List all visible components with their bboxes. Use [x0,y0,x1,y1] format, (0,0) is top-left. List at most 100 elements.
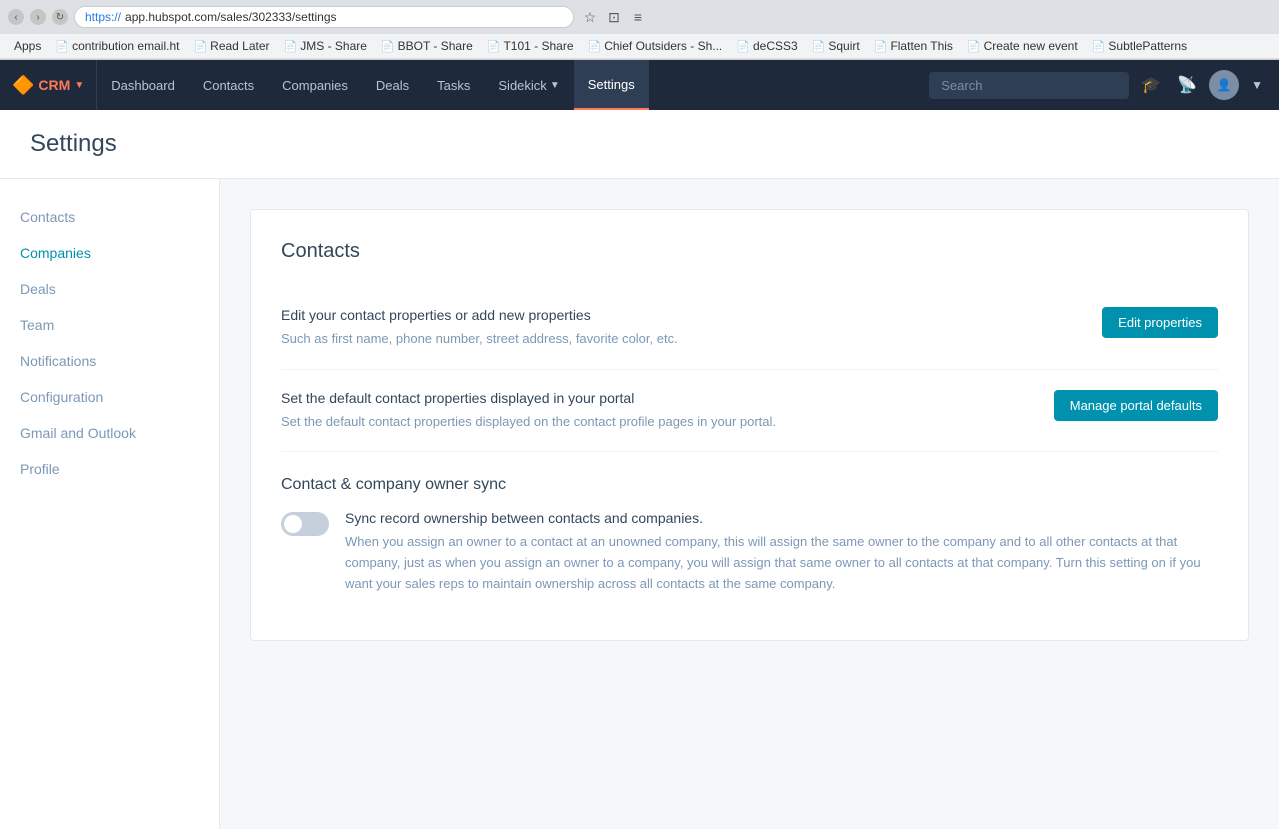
nav-expand-icon[interactable]: ▼ [1247,74,1267,96]
bookmark-file-icon: 📄 [1092,40,1106,53]
sidebar-item-contacts[interactable]: Contacts [0,199,219,235]
bookmark-label: Create new event [984,39,1078,53]
star-button[interactable]: ☆ [580,7,600,27]
main-content-area: Contacts Edit your contact properties or… [220,179,1279,829]
bookmark-label: BBOT - Share [398,39,473,53]
bookmark-file-icon: 📄 [874,40,888,53]
edit-properties-button[interactable]: Edit properties [1102,307,1218,338]
sync-toggle-label: Sync record ownership between contacts a… [345,510,1218,526]
nav-settings[interactable]: Settings [574,60,649,110]
bookmark-read-later[interactable]: 📄 Read Later [187,37,275,55]
crm-logo[interactable]: 🔶 CRM ▼ [0,60,97,110]
nav-sidekick[interactable]: Sidekick ▼ [484,60,573,110]
bookmark-label: SubtlePatterns [1108,39,1187,53]
bookmark-flatten-this[interactable]: 📄 Flatten This [868,37,959,55]
nav-logo-caret: ▼ [74,80,84,91]
crm-label: CRM [38,77,70,93]
reload-button[interactable]: ↻ [52,9,68,25]
sidekick-label-group: Sidekick ▼ [498,78,559,93]
sync-toggle[interactable] [281,512,329,536]
bookmark-contribution[interactable]: 📄 contribution email.ht [49,37,185,55]
bookmark-create-new-event[interactable]: 📄 Create new event [961,37,1084,55]
page-header: Settings [0,110,1279,179]
sync-toggle-description: When you assign an owner to a contact at… [345,532,1218,594]
portal-defaults-info: Set the default contact properties displ… [281,390,981,432]
menu-button[interactable]: ≡ [628,7,648,27]
bookmark-jms-share[interactable]: 📄 JMS - Share [278,37,373,55]
portal-defaults-row: Set the default contact properties displ… [281,370,1218,453]
graduation-cap-icon[interactable]: 🎓 [1137,71,1165,99]
edit-properties-info: Edit your contact properties or add new … [281,307,981,349]
sidekick-label: Sidekick [498,78,546,93]
portal-defaults-title: Set the default contact properties displ… [281,390,981,406]
avatar-initials: 👤 [1217,78,1232,92]
bookmark-file-icon: 📄 [588,40,602,53]
nav-items: Dashboard Contacts Companies Deals Tasks… [97,60,648,110]
hubspot-icon: 🔶 [12,75,34,96]
sidebar-item-gmail-outlook[interactable]: Gmail and Outlook [0,415,219,451]
nav-tasks[interactable]: Tasks [423,60,484,110]
settings-sidebar: Contacts Companies Deals Team Notificati… [0,179,220,829]
content-card: Contacts Edit your contact properties or… [250,209,1249,641]
nav-right: 🎓 📡 👤 ▼ [917,70,1279,100]
url-path: app.hubspot.com/sales/302333/settings [125,10,336,24]
bookmark-file-icon: 📄 [812,40,826,53]
url-protocol: https:// [85,10,121,24]
bookmark-label: T101 - Share [503,39,573,53]
sync-toggle-content: Sync record ownership between contacts a… [345,510,1218,594]
bookmark-file-icon: 📄 [487,40,501,53]
url-bar[interactable]: https:// app.hubspot.com/sales/302333/se… [74,6,574,28]
bookmark-file-icon: 📄 [381,40,395,53]
content-section-title: Contacts [281,240,1218,263]
sidebar-item-configuration[interactable]: Configuration [0,379,219,415]
avatar[interactable]: 👤 [1209,70,1239,100]
bookmark-file-icon: 📄 [193,40,207,53]
toggle-slider [281,512,329,536]
bookmark-label: Read Later [210,39,269,53]
bookmark-file-icon: 📄 [736,40,750,53]
sidebar-item-team[interactable]: Team [0,307,219,343]
forward-button[interactable]: › [30,9,46,25]
bookmark-label: Chief Outsiders - Sh... [604,39,722,53]
back-button[interactable]: ‹ [8,9,24,25]
top-nav: 🔶 CRM ▼ Dashboard Contacts Companies Dea… [0,60,1279,110]
nav-contacts[interactable]: Contacts [189,60,268,110]
nav-deals[interactable]: Deals [362,60,423,110]
sidebar-item-profile[interactable]: Profile [0,451,219,487]
bookmark-label: deCSS3 [753,39,798,53]
bookmarks-bar: Apps 📄 contribution email.ht 📄 Read Late… [0,34,1279,59]
bookmark-decss3[interactable]: 📄 deCSS3 [730,37,803,55]
bookmark-label: contribution email.ht [72,39,179,53]
bookmark-label: Squirt [828,39,859,53]
bookmark-bbot-share[interactable]: 📄 BBOT - Share [375,37,479,55]
apps-bookmark[interactable]: Apps [8,37,47,55]
edit-properties-title: Edit your contact properties or add new … [281,307,981,323]
page-title: Settings [30,130,1249,158]
nav-companies[interactable]: Companies [268,60,362,110]
bookmark-file-icon: 📄 [284,40,298,53]
bookmark-file-icon: 📄 [967,40,981,53]
broadcast-icon[interactable]: 📡 [1173,71,1201,99]
sync-section-divider: Contact & company owner sync Sync record… [281,476,1218,594]
sidebar-item-companies[interactable]: Companies [0,235,219,271]
bookmark-squirt[interactable]: 📄 Squirt [806,37,866,55]
browser-toolbar: ‹ › ↻ https:// app.hubspot.com/sales/302… [0,0,1279,34]
browser-actions: ☆ ⊡ ≡ [580,7,648,27]
bookmark-subtle-patterns[interactable]: 📄 SubtlePatterns [1086,37,1193,55]
nav-dashboard[interactable]: Dashboard [97,60,189,110]
page-wrapper: Settings Contacts Companies Deals Team N… [0,110,1279,829]
search-input[interactable] [929,72,1129,99]
edit-properties-row: Edit your contact properties or add new … [281,287,1218,370]
sync-section-title: Contact & company owner sync [281,476,1218,494]
sidebar-item-deals[interactable]: Deals [0,271,219,307]
browser-chrome: ‹ › ↻ https:// app.hubspot.com/sales/302… [0,0,1279,60]
bookmark-t101-share[interactable]: 📄 T101 - Share [481,37,580,55]
bookmark-chief-outsiders[interactable]: 📄 Chief Outsiders - Sh... [582,37,729,55]
page-content: Contacts Companies Deals Team Notificati… [0,179,1279,829]
sidebar-item-notifications[interactable]: Notifications [0,343,219,379]
reader-button[interactable]: ⊡ [604,7,624,27]
portal-defaults-desc: Set the default contact properties displ… [281,412,981,432]
edit-properties-desc: Such as first name, phone number, street… [281,329,981,349]
sync-toggle-row: Sync record ownership between contacts a… [281,510,1218,594]
manage-portal-defaults-button[interactable]: Manage portal defaults [1054,390,1218,421]
